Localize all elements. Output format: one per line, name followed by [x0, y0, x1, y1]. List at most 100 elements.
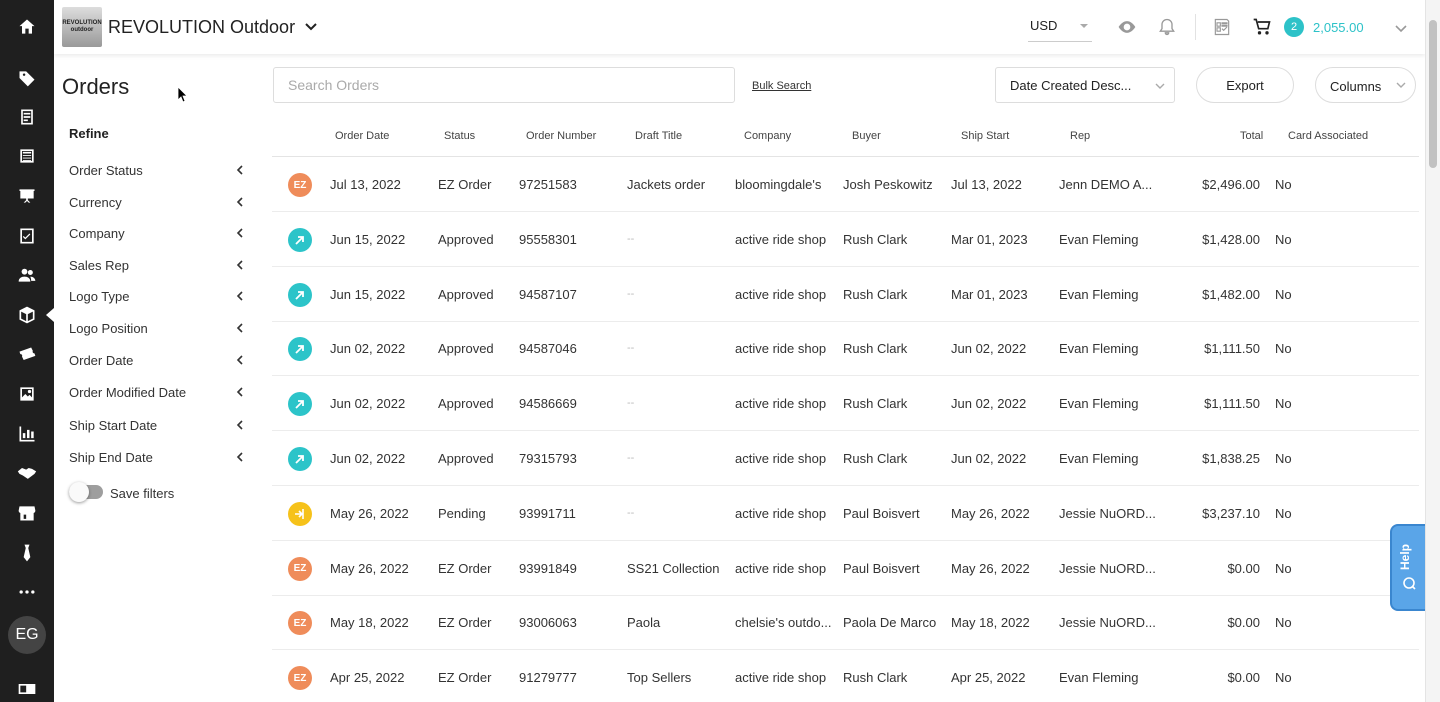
columns-button[interactable]: Columns	[1315, 67, 1416, 103]
eye-icon[interactable]	[1116, 16, 1138, 38]
cell-order-number: 91279777	[519, 670, 577, 686]
cell-order-date: May 26, 2022	[330, 505, 409, 521]
scrollbar-thumb[interactable]	[1429, 20, 1437, 168]
table-row[interactable]: Jun 15, 2022 Approved 94587107 -- active rid…	[272, 267, 1419, 322]
cell-company: active ride shop	[735, 451, 827, 466]
col-buyer[interactable]: Buyer	[852, 130, 881, 142]
card-icon[interactable]	[0, 674, 54, 702]
cell-draft-title: Jackets order	[627, 177, 706, 192]
chevron-left-icon	[236, 420, 243, 430]
table-row[interactable]: Jun 02, 2022 Approved 94586669 -- active rid…	[272, 376, 1419, 432]
tie-icon[interactable]	[0, 538, 54, 568]
col-rep[interactable]: Rep	[1070, 130, 1090, 142]
bell-icon[interactable]	[1156, 16, 1178, 38]
filter-label: Company	[69, 225, 125, 241]
col-order-date[interactable]: Order Date	[335, 130, 389, 142]
export-button[interactable]: Export	[1196, 67, 1294, 103]
col-ship-start[interactable]: Ship Start	[961, 130, 1009, 142]
col-total[interactable]: Total	[1240, 130, 1263, 142]
cell-rep: Evan Fleming	[1059, 286, 1139, 302]
table-row[interactable]: EZ May 26, 2022 EZ Order 93991849 SS21 Colle…	[272, 541, 1419, 596]
user-avatar[interactable]: EG	[8, 616, 46, 654]
table-row[interactable]: EZ Jul 13, 2022 EZ Order 97251583 Jackets or…	[272, 157, 1419, 212]
filter-order-status[interactable]: Order Status	[69, 159, 245, 181]
handshake-icon[interactable]	[0, 458, 54, 488]
filter-label: Ship End Date	[69, 449, 153, 465]
filter-logo-type[interactable]: Logo Type	[69, 285, 245, 307]
home-icon[interactable]	[0, 12, 54, 42]
cell-order-number: 94587046	[519, 341, 577, 357]
col-card-associated[interactable]: Card Associated	[1288, 130, 1368, 142]
presentation-icon[interactable]	[0, 181, 54, 211]
cell-status: EZ Order	[438, 670, 492, 686]
checklist-icon[interactable]	[0, 221, 54, 251]
cell-rep: Evan Fleming	[1059, 451, 1139, 466]
brand-name[interactable]: REVOLUTION Outdoor	[108, 17, 295, 38]
catalog-icon[interactable]	[0, 102, 54, 132]
help-label[interactable]: Help	[1398, 544, 1412, 570]
sort-select[interactable]: Date Created Desc...	[995, 67, 1175, 103]
cell-ship-start: Jun 02, 2022	[951, 396, 1027, 412]
chart-icon[interactable]	[0, 419, 54, 449]
cart-count-badge[interactable]: 2	[1284, 17, 1304, 37]
cell-draft-title: Top Sellers	[627, 670, 692, 686]
cell-card-associated: No	[1275, 396, 1292, 412]
brand-logo[interactable]: REVOLUTION outdoor	[62, 7, 102, 47]
filter-ship-start-date[interactable]: Ship Start Date	[69, 414, 245, 436]
col-status[interactable]: Status	[444, 130, 475, 142]
table-row[interactable]: EZ May 18, 2022 EZ Order 93006063 Paola chels…	[272, 595, 1419, 651]
search-orders-input[interactable]	[273, 67, 735, 103]
tag-icon[interactable]	[0, 63, 54, 93]
cell-rep: Evan Fleming	[1059, 231, 1139, 247]
cell-rep: Evan Fleming	[1059, 341, 1139, 357]
cell-company: active ride shop	[735, 505, 827, 521]
cell-status: Approved	[438, 341, 494, 357]
images-icon[interactable]	[0, 379, 54, 409]
filter-logo-position[interactable]: Logo Position	[69, 317, 245, 339]
cell-buyer: Rush Clark	[843, 286, 908, 302]
cell-company: active ride shop	[735, 286, 827, 302]
cell-ship-start: Apr 25, 2022	[951, 670, 1026, 686]
filter-order-date[interactable]: Order Date	[69, 349, 245, 371]
filter-currency[interactable]: Currency	[69, 191, 245, 213]
col-company[interactable]: Company	[744, 130, 791, 142]
cell-buyer: Josh Peskowitz	[843, 177, 933, 192]
cell-ship-start: May 18, 2022	[951, 615, 1030, 631]
chevron-down-icon[interactable]	[1394, 22, 1408, 36]
chevron-left-icon	[236, 452, 243, 462]
cell-total: $1,482.00	[1202, 286, 1260, 302]
table-row[interactable]: Jun 15, 2022 Approved 95558301 -- active rid…	[272, 212, 1419, 267]
cart-icon[interactable]	[1251, 16, 1273, 38]
newspaper-icon[interactable]	[0, 141, 54, 171]
cell-order-date: Jun 02, 2022	[330, 396, 406, 412]
col-draft-title[interactable]: Draft Title	[635, 130, 682, 142]
cell-buyer: Rush Clark	[843, 231, 908, 247]
col-order-number[interactable]: Order Number	[526, 130, 596, 142]
cell-total: $3,237.10	[1202, 505, 1260, 521]
store-icon[interactable]	[0, 498, 54, 528]
toggle-knob[interactable]	[69, 482, 89, 502]
filter-ship-end-date[interactable]: Ship End Date	[69, 446, 245, 468]
table-row[interactable]: May 26, 2022 Pending 93991711 -- active ride…	[272, 486, 1419, 541]
cart-total[interactable]: 2,055.00	[1313, 20, 1364, 35]
ticket-icon[interactable]	[0, 340, 54, 370]
filter-company[interactable]: Company	[69, 222, 245, 244]
chat-bubble-icon[interactable]	[1402, 576, 1416, 590]
chevron-down-icon[interactable]	[304, 20, 318, 34]
bulk-search-link[interactable]: Bulk Search	[752, 80, 811, 92]
cell-status: Approved	[438, 396, 494, 412]
table-row[interactable]: EZ Apr 25, 2022 EZ Order 91279777 Top Seller…	[272, 650, 1419, 702]
filter-order-modified-date[interactable]: Order Modified Date	[69, 381, 245, 403]
cell-status: Pending	[438, 505, 486, 521]
box-icon[interactable]	[0, 300, 54, 330]
cell-total: $1,428.00	[1202, 231, 1260, 247]
table-row[interactable]: Jun 02, 2022 Approved 79315793 -- active rid…	[272, 431, 1419, 486]
cell-total: $0.00	[1227, 560, 1260, 576]
qr-order-icon[interactable]	[1211, 16, 1233, 38]
users-icon[interactable]	[0, 260, 54, 290]
filter-sales-rep[interactable]: Sales Rep	[69, 254, 245, 276]
cell-company: active ride shop	[735, 231, 827, 247]
more-icon[interactable]	[0, 577, 54, 607]
table-row[interactable]: Jun 02, 2022 Approved 94587046 -- active rid…	[272, 321, 1419, 377]
currency-select[interactable]: USD	[1028, 10, 1092, 42]
